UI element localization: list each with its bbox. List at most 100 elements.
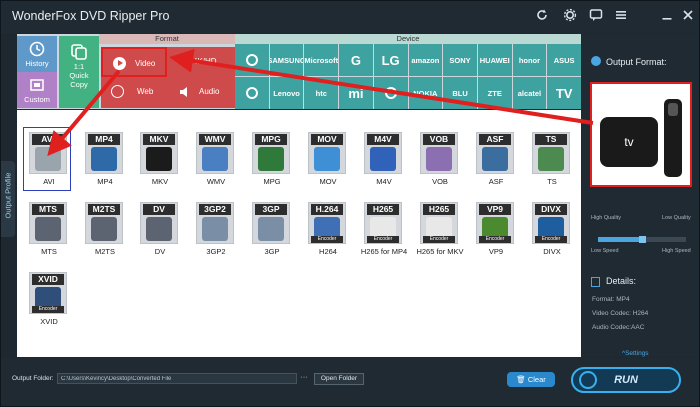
details-icon xyxy=(591,277,600,287)
apple-tv-box: tv xyxy=(600,117,658,167)
play-icon xyxy=(113,57,126,70)
device-brand-1-6[interactable]: BLU xyxy=(443,77,477,109)
close-icon[interactable] xyxy=(679,8,697,26)
device-brand-0-1[interactable]: SAMSUNG xyxy=(269,44,304,76)
format-icon: H265 Encoder xyxy=(364,202,402,244)
detail-format: Format: MP4 xyxy=(592,296,630,303)
format-badge: WMV xyxy=(199,134,231,145)
quick-copy-button[interactable]: 1:1 Quick Copy xyxy=(59,36,99,108)
output-format-preview[interactable]: tv xyxy=(590,82,692,187)
browse-button[interactable]: ··· xyxy=(298,373,310,384)
custom-button[interactable]: Custom xyxy=(17,72,57,108)
format-badge: DIVX xyxy=(535,204,567,215)
refresh-icon[interactable] xyxy=(533,8,551,26)
device-brand-label: honor xyxy=(518,55,541,65)
output-folder-label: Output Folder: xyxy=(12,375,54,382)
clear-button[interactable]: 🗑 Clear xyxy=(507,372,555,387)
format-art-icon xyxy=(91,217,117,241)
output-folder-input[interactable] xyxy=(57,373,297,384)
format-name: XVID xyxy=(40,317,58,326)
device-brand-0-0[interactable] xyxy=(235,44,269,76)
format-badge: H.264 xyxy=(311,204,343,215)
open-folder-button[interactable]: Open Folder xyxy=(314,373,364,385)
device-brand-0-7[interactable]: HUAWEI xyxy=(477,44,512,76)
format-icon: DIVX Encoder xyxy=(532,202,570,244)
web-format-button[interactable]: Web xyxy=(101,77,167,108)
format-badge: MP4 xyxy=(88,134,120,145)
device-brand-1-3[interactable]: mi xyxy=(339,77,373,109)
format-art-icon xyxy=(202,217,228,241)
device-brand-0-9[interactable]: ASUS xyxy=(547,44,581,76)
format-art-icon xyxy=(146,147,172,171)
quality-slider-fill xyxy=(598,237,642,242)
device-brand-1-4[interactable] xyxy=(373,77,408,109)
device-brand-label: TV xyxy=(555,85,573,101)
format-icon: MKV xyxy=(140,132,178,174)
device-brand-0-8[interactable]: honor xyxy=(512,44,547,76)
motorola-icon xyxy=(245,87,258,99)
device-brand-1-0[interactable] xyxy=(235,77,269,109)
apple-icon xyxy=(245,54,258,66)
format-icon: H265 Encoder xyxy=(420,202,458,244)
format-art-icon xyxy=(426,147,452,171)
device-brand-1-5[interactable]: NOKIA xyxy=(408,77,443,109)
device-brand-label: SONY xyxy=(449,55,471,65)
format-icon: ASF xyxy=(476,132,514,174)
4khd-format-button[interactable]: 4K/HD xyxy=(167,47,235,77)
format-icon: M2TS xyxy=(85,202,123,244)
format-ribbon: History Custom 1:1 Quick Copy Format Dev… xyxy=(17,34,581,109)
quality-slider-knob[interactable] xyxy=(638,236,646,243)
device-brand-label: mi xyxy=(348,85,364,101)
format-icon: 3GP xyxy=(252,202,290,244)
device-brand-1-7[interactable]: ZTE xyxy=(477,77,512,109)
audio-format-button[interactable]: Audio xyxy=(167,77,235,108)
device-brand-1-8[interactable]: alcatel xyxy=(512,77,547,109)
gear-icon[interactable] xyxy=(561,8,579,26)
device-brand-label: LG xyxy=(381,52,400,68)
device-brand-0-2[interactable]: Microsoft xyxy=(304,44,339,76)
quality-slider[interactable] xyxy=(598,236,686,243)
device-brand-0-5[interactable]: amazon xyxy=(408,44,443,76)
low-quality-label: Low Quality xyxy=(662,215,691,221)
menu-icon[interactable] xyxy=(612,8,630,26)
detail-video-codec: Video Codec: H264 xyxy=(592,310,649,317)
device-brand-0-6[interactable]: SONY xyxy=(443,44,477,76)
format-grid: AVI AVI MP4 MP4 MKV MKV WMV WMV MPG MPG MOV MOV M4V M… xyxy=(17,110,581,357)
device-brand-label: ZTE xyxy=(487,88,502,98)
device-brand-1-1[interactable]: Lenovo xyxy=(269,77,304,109)
format-icon: TS xyxy=(532,132,570,174)
format-badge: XVID xyxy=(32,274,64,285)
format-icon: MP4 xyxy=(85,132,123,174)
format-art-icon xyxy=(482,147,508,171)
bottom-bar: Output Folder: ··· Open Folder 🗑 Clear R… xyxy=(1,358,699,406)
format-item-xvid[interactable]: XVID Encoder XVID xyxy=(23,267,75,333)
chat-icon[interactable] xyxy=(587,8,605,26)
device-brand-1-2[interactable]: htc xyxy=(304,77,339,109)
minimize-icon[interactable] xyxy=(658,8,676,26)
history-label: History xyxy=(25,59,49,68)
format-name: DIVX xyxy=(543,247,561,256)
format-art-icon xyxy=(258,217,284,241)
device-brand-0-3[interactable]: G xyxy=(339,44,373,76)
device-brand-0-4[interactable]: LG xyxy=(373,44,408,76)
run-button[interactable]: RUN xyxy=(571,367,681,393)
history-button[interactable]: History xyxy=(17,36,57,73)
format-badge: MOV xyxy=(311,134,343,145)
format-icon: MOV xyxy=(308,132,346,174)
format-icon: WMV xyxy=(196,132,234,174)
device-brand-label: ASUS xyxy=(553,55,575,65)
format-icon: H.264 Encoder xyxy=(308,202,346,244)
settings-link[interactable]: ^Settings xyxy=(622,350,649,357)
detail-audio-codec: Audio Codec:AAC xyxy=(592,324,645,331)
format-item-divx[interactable]: DIVX Encoder DIVX xyxy=(526,197,578,263)
device-brand-label: Lenovo xyxy=(273,88,300,98)
format-item-ts[interactable]: TS TS xyxy=(526,127,578,193)
output-profile-tab[interactable]: Output Profile xyxy=(1,161,15,237)
device-brand-1-9[interactable]: TV xyxy=(547,77,581,109)
clock-icon xyxy=(29,41,45,57)
format-icon: MPG xyxy=(252,132,290,174)
device-brand-label: alcatel xyxy=(517,88,542,98)
device-brand-label: Microsoft xyxy=(304,55,339,65)
4khd-label: 4K/HD xyxy=(193,57,217,66)
video-format-button[interactable]: Video xyxy=(101,47,167,77)
